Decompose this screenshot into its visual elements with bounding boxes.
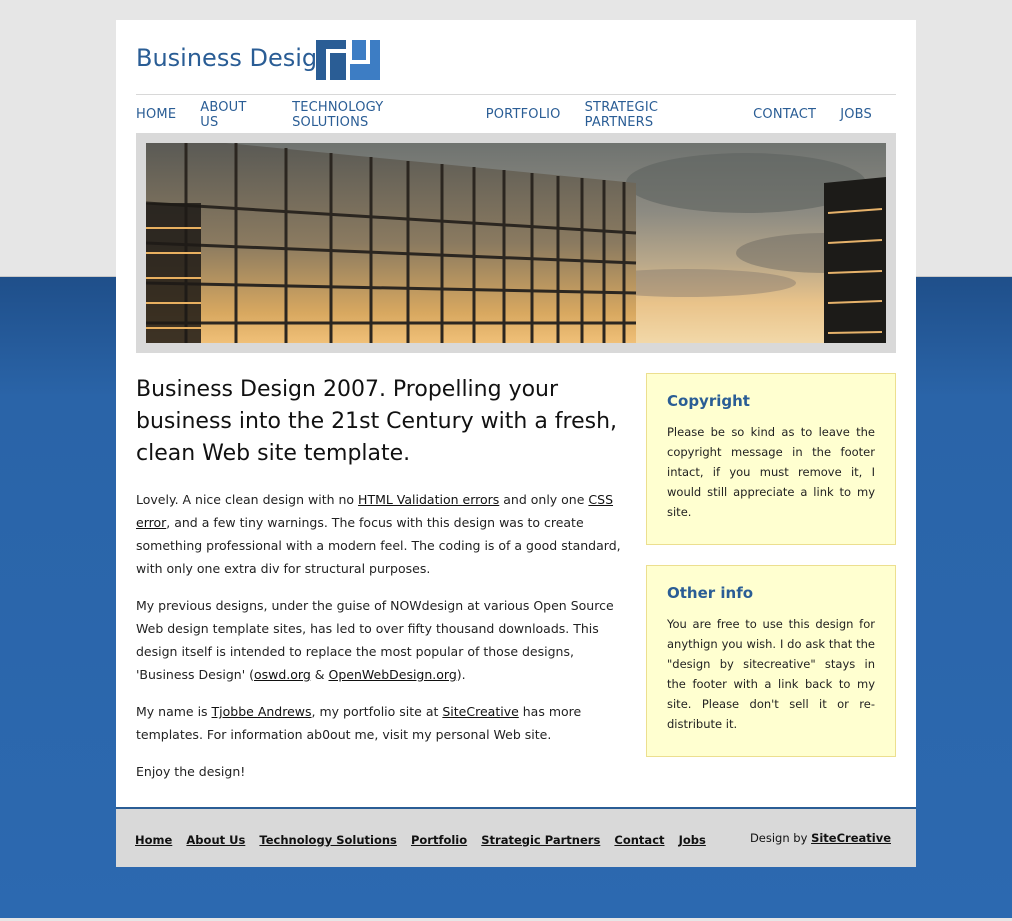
footer-link-contact[interactable]: Contact — [614, 833, 664, 847]
text: , my portfolio site at — [311, 704, 443, 719]
footer: Home About Us Technology Solutions Portf… — [116, 807, 916, 867]
html-validation-link[interactable]: HTML Validation errors — [358, 492, 499, 507]
nav-item-strategic-partners[interactable]: STRATEGIC PARTNERS — [585, 98, 730, 130]
oswd-link[interactable]: oswd.org — [254, 667, 311, 682]
intro-paragraph: Lovely. A nice clean design with no HTML… — [136, 488, 628, 580]
nav-item-jobs[interactable]: JOBS — [840, 105, 872, 122]
other-info-text: You are free to use this design for anyt… — [667, 617, 875, 731]
closing-paragraph: Enjoy the design! — [136, 764, 246, 779]
nav-item-about-us[interactable]: ABOUT US — [200, 98, 268, 130]
banner-image — [146, 143, 886, 343]
openwebdesign-link[interactable]: OpenWebDesign.org — [328, 667, 456, 682]
page-heading: Business Design 2007. Propelling your bu… — [136, 377, 618, 466]
site-title[interactable]: Business Design — [136, 44, 332, 72]
copyright-box: Copyright Please be so kind as to leave … — [646, 373, 896, 545]
previous-designs-paragraph: My previous designs, under the guise of … — [136, 594, 628, 686]
text: , and a few tiny warnings. The focus wit… — [136, 515, 621, 576]
design-credit: Design by SiteCreative — [750, 831, 891, 845]
footer-link-jobs[interactable]: Jobs — [679, 833, 706, 847]
footer-link-technology-solutions[interactable]: Technology Solutions — [259, 833, 396, 847]
footer-link-home[interactable]: Home — [135, 833, 172, 847]
other-info-box: Other info You are free to use this desi… — [646, 565, 896, 757]
credit-link[interactable]: SiteCreative — [811, 831, 891, 845]
footer-link-strategic-partners[interactable]: Strategic Partners — [481, 833, 600, 847]
author-link[interactable]: Tjobbe Andrews — [212, 704, 312, 719]
nav-item-contact[interactable]: CONTACT — [753, 105, 816, 122]
copyright-text: Please be so kind as to leave the copyri… — [667, 425, 875, 519]
other-info-title: Other info — [667, 584, 754, 602]
text: My name is — [136, 704, 212, 719]
main-nav: HOME ABOUT US TECHNOLOGY SOLUTIONS PORTF… — [136, 94, 896, 132]
text: and only one — [499, 492, 589, 507]
author-paragraph: My name is Tjobbe Andrews, my portfolio … — [136, 700, 628, 746]
footer-link-portfolio[interactable]: Portfolio — [411, 833, 467, 847]
credit-prefix: Design by — [749, 831, 812, 845]
footer-link-about-us[interactable]: About Us — [186, 833, 245, 847]
nav-item-technology-solutions[interactable]: TECHNOLOGY SOLUTIONS — [292, 98, 462, 130]
text: & — [310, 667, 329, 682]
logo-icon — [316, 40, 380, 80]
page-container: Business Design HOME ABOUT US TECHNOLOGY… — [116, 20, 916, 867]
banner — [136, 133, 896, 353]
nav-item-portfolio[interactable]: PORTFOLIO — [486, 105, 561, 122]
footer-nav: Home About Us Technology Solutions Portf… — [135, 829, 715, 848]
sitecreative-link[interactable]: SiteCreative — [442, 704, 518, 719]
main-content: Business Design 2007. Propelling your bu… — [136, 374, 628, 797]
text: ). — [456, 667, 466, 682]
text: Lovely. A nice clean design with no — [136, 492, 359, 507]
copyright-title: Copyright — [667, 392, 750, 410]
nav-item-home[interactable]: HOME — [136, 105, 176, 122]
header: Business Design — [136, 40, 896, 94]
